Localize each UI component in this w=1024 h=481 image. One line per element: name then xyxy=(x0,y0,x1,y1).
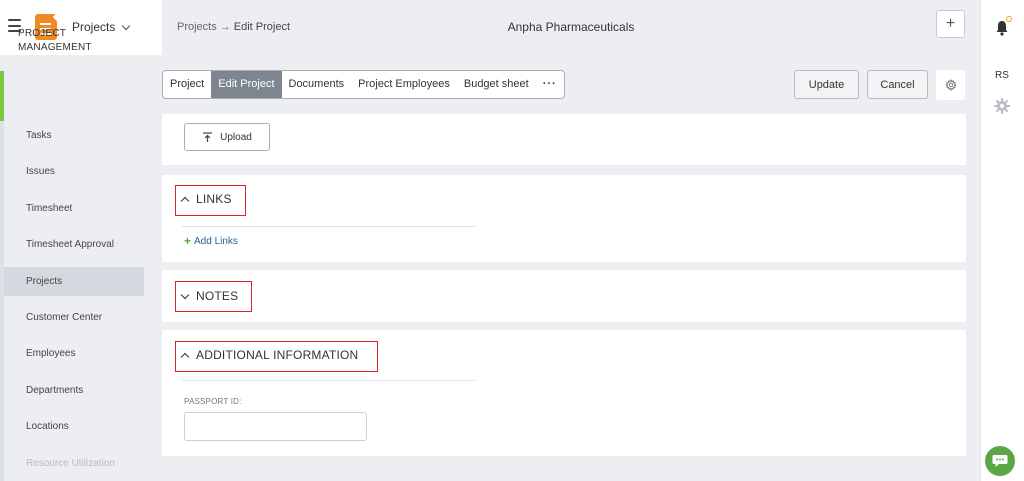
chevron-down-icon xyxy=(122,21,131,30)
notification-dot-icon xyxy=(1006,16,1012,22)
passport-id-input[interactable] xyxy=(184,412,367,441)
sidebar-item-issues[interactable]: Issues xyxy=(4,157,144,186)
breadcrumb: Projects → Edit Project xyxy=(177,21,290,33)
gear-icon[interactable] xyxy=(994,98,1010,114)
sidebar-item-customer-center[interactable]: Customer Center xyxy=(4,303,144,332)
sidebar-item-locations[interactable]: Locations xyxy=(4,412,144,441)
cancel-button[interactable]: Cancel xyxy=(867,70,928,99)
chat-button[interactable] xyxy=(985,446,1015,476)
tab-edit-project[interactable]: Edit Project xyxy=(211,71,282,98)
sidebar-section-title: PROJECT MANAGEMENT xyxy=(18,27,92,55)
sidebar-accent xyxy=(0,71,4,121)
upload-icon xyxy=(203,131,213,142)
company-name: Anpha Pharmaceuticals xyxy=(507,20,635,34)
chevron-up-icon xyxy=(180,352,190,362)
upload-button[interactable]: Upload xyxy=(184,123,270,151)
chevron-up-icon xyxy=(180,196,190,206)
sidebar-title-line1: PROJECT xyxy=(18,28,67,39)
breadcrumb-arrow-icon: → xyxy=(219,21,231,33)
plus-icon: + xyxy=(184,234,192,248)
settings-button[interactable] xyxy=(936,70,965,100)
gear-outline-icon xyxy=(944,79,957,91)
links-heading: LINKS xyxy=(196,192,232,206)
sidebar-title-line2: MANAGEMENT xyxy=(18,42,92,53)
upload-label: Upload xyxy=(220,131,252,143)
sidebar-item-resource-utilization[interactable]: Resource Utilization xyxy=(4,449,144,469)
tab-project-employees[interactable]: Project Employees xyxy=(351,71,457,98)
tab-documents[interactable]: Documents xyxy=(282,71,352,98)
sidebar-item-timesheet[interactable]: Timesheet xyxy=(4,194,144,223)
tab-bar: Project Edit Project Documents Project E… xyxy=(162,70,565,99)
additional-info-section-header[interactable]: ADDITIONAL INFORMATION xyxy=(180,348,359,362)
sidebar-item-employees[interactable]: Employees xyxy=(4,339,144,368)
sidebar-item-projects[interactable]: Projects xyxy=(4,267,144,296)
tab-budget-sheet[interactable]: Budget sheet xyxy=(457,71,536,98)
sidebar-item-departments[interactable]: Departments xyxy=(4,376,144,405)
bell-icon[interactable] xyxy=(995,20,1009,36)
add-links-label: Add Links xyxy=(194,235,238,247)
avatar[interactable]: RS xyxy=(980,70,1024,81)
tab-more-icon[interactable]: ··· xyxy=(536,71,564,98)
tab-project[interactable]: Project xyxy=(163,71,211,98)
add-button[interactable]: + xyxy=(936,10,965,38)
additional-info-divider xyxy=(182,380,475,381)
documents-panel xyxy=(162,114,966,165)
sidebar-item-tasks[interactable]: Tasks xyxy=(4,121,144,150)
update-button[interactable]: Update xyxy=(794,70,859,99)
notes-section-header[interactable]: NOTES xyxy=(180,289,239,303)
add-links-button[interactable]: + Add Links xyxy=(184,234,238,248)
breadcrumb-parent[interactable]: Projects xyxy=(177,21,217,33)
passport-id-label: PASSPORT ID: xyxy=(184,397,242,406)
links-divider xyxy=(182,226,475,227)
links-panel xyxy=(162,175,966,262)
sidebar-item-timesheet-approval[interactable]: Timesheet Approval xyxy=(4,230,144,259)
links-section-header[interactable]: LINKS xyxy=(180,192,232,206)
chat-icon xyxy=(992,455,1008,467)
breadcrumb-current: Edit Project xyxy=(233,21,290,33)
notes-panel xyxy=(162,270,966,322)
additional-info-heading: ADDITIONAL INFORMATION xyxy=(196,348,359,362)
notes-heading: NOTES xyxy=(196,289,239,303)
chevron-down-icon xyxy=(180,290,190,299)
